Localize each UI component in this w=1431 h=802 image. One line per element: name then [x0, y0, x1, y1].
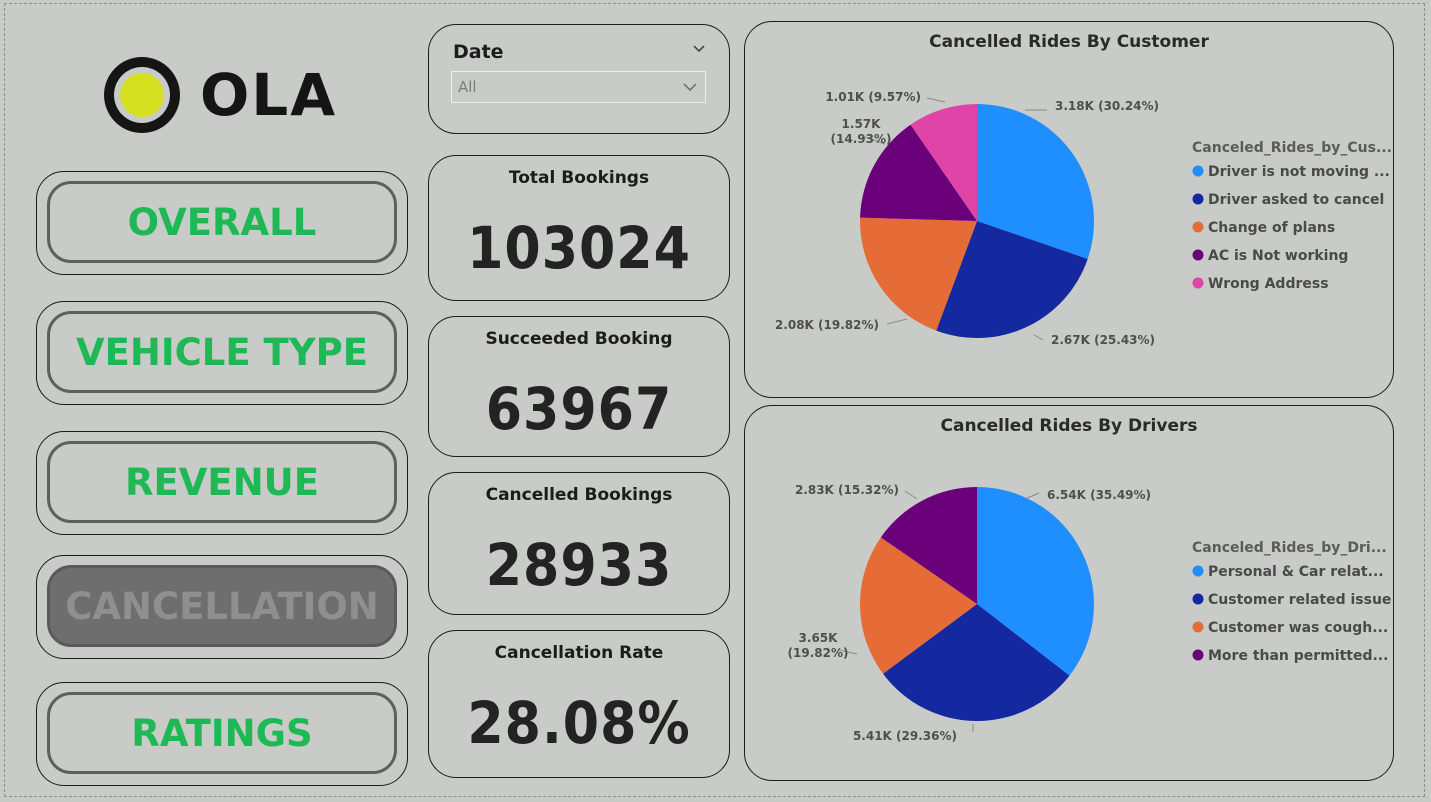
legend-marker [1192, 249, 1204, 261]
nav-overall-button[interactable]: OVERALL [47, 181, 397, 263]
nav-overall-frame: OVERALL [36, 171, 408, 275]
kpi-succeeded-booking: Succeeded Booking 63967 [428, 316, 730, 457]
nav-revenue-frame: REVENUE [36, 431, 408, 535]
chevron-down-icon[interactable] [693, 43, 705, 55]
driver-pie-svg: 6.54K (35.49%) Personal & Car relat... 5.4… [788, 483, 1392, 743]
legend-marker [1192, 649, 1204, 661]
customer-cancellations-chart: Cancelled Rides By Customer 3.18K (30.24… [744, 21, 1394, 398]
legend-marker [1192, 221, 1204, 233]
legend-item[interactable]: Driver is not moving ... [1208, 164, 1390, 180]
legend-item[interactable]: Customer related issue [1208, 592, 1391, 608]
nav-ratings-frame: RATINGS [36, 682, 408, 786]
legend-title: Canceled_Rides_by_Dri... [1192, 540, 1387, 556]
ola-logo: OLA [100, 55, 340, 135]
legend-item[interactable]: Change of plans [1208, 220, 1335, 236]
legend-marker [1192, 565, 1204, 577]
pie-data-label: 1.57K (14.93%) [831, 117, 892, 146]
brand-name: OLA [200, 61, 338, 129]
legend-item[interactable]: More than permitted... [1208, 648, 1388, 664]
date-slicer: Date All [428, 24, 730, 134]
pie-data-label: 2.08K (19.82%) [775, 318, 879, 332]
kpi-value: 63967 [485, 375, 673, 443]
nav-cancellation-frame: CANCELLATION [36, 555, 408, 659]
legend-title: Canceled_Rides_by_Cus... [1192, 140, 1392, 156]
kpi-title: Total Bookings [508, 168, 650, 188]
kpi-cancellation-rate: Cancellation Rate 28.08% [428, 630, 730, 778]
nav-vehicle-type-frame: VEHICLE TYPE [36, 301, 408, 405]
pie-data-label: 2.67K (25.43%) [1051, 333, 1155, 347]
kpi-title: Cancelled Bookings [485, 485, 673, 505]
legend-marker [1192, 165, 1204, 177]
pie-data-label: 3.65K (19.82%) [788, 631, 849, 660]
kpi-title: Succeeded Booking [485, 329, 673, 349]
kpi-cancelled-bookings: Cancelled Bookings 28933 [428, 472, 730, 615]
date-dropdown[interactable]: All [451, 71, 706, 103]
legend-marker [1192, 593, 1204, 605]
pie-data-label: 5.41K (29.36%) [853, 729, 957, 743]
date-slicer-title: Date [453, 41, 504, 63]
kpi-value: 28.08% [467, 689, 691, 757]
legend-item[interactable]: AC is Not working [1208, 248, 1348, 264]
legend-marker [1192, 621, 1204, 633]
pie-data-label: 2.83K (15.32%) [795, 483, 899, 497]
pie-data-label: 3.18K (30.24%) [1055, 99, 1159, 113]
label-leader-line [1033, 334, 1044, 341]
ola-logo-icon [104, 57, 180, 133]
legend-marker [1192, 277, 1204, 289]
customer-pie-svg: 3.18K (30.24%) Driver is not moving ... 2.… [775, 90, 1392, 347]
label-leader-line [926, 97, 946, 103]
chevron-down-icon [683, 83, 697, 92]
pie-data-label: 6.54K (35.49%) [1047, 488, 1151, 502]
date-dropdown-value: All [458, 78, 477, 96]
kpi-value: 28933 [485, 531, 673, 599]
legend-item[interactable]: Driver asked to cancel [1208, 192, 1384, 208]
kpi-total-bookings: Total Bookings 103024 [428, 155, 730, 301]
nav-vehicle-type-button[interactable]: VEHICLE TYPE [47, 311, 397, 393]
nav-ratings-button[interactable]: RATINGS [47, 692, 397, 774]
nav-cancellation-button[interactable]: CANCELLATION [47, 565, 397, 647]
legend-item[interactable]: Personal & Car relat... [1208, 564, 1384, 580]
kpi-title: Cancellation Rate [494, 643, 664, 663]
legend-item[interactable]: Wrong Address [1208, 276, 1329, 292]
driver-cancellations-chart: Cancelled Rides By Drivers 6.54K (35.49%… [744, 405, 1394, 781]
legend-item[interactable]: Customer was cough... [1208, 620, 1388, 636]
kpi-value: 103024 [467, 214, 691, 282]
nav-revenue-button[interactable]: REVENUE [47, 441, 397, 523]
label-leader-line [886, 318, 908, 325]
label-leader-line [904, 490, 918, 500]
pie-data-label: 1.01K (9.57%) [825, 90, 921, 104]
legend-marker [1192, 193, 1204, 205]
label-leader-line [1024, 492, 1040, 500]
